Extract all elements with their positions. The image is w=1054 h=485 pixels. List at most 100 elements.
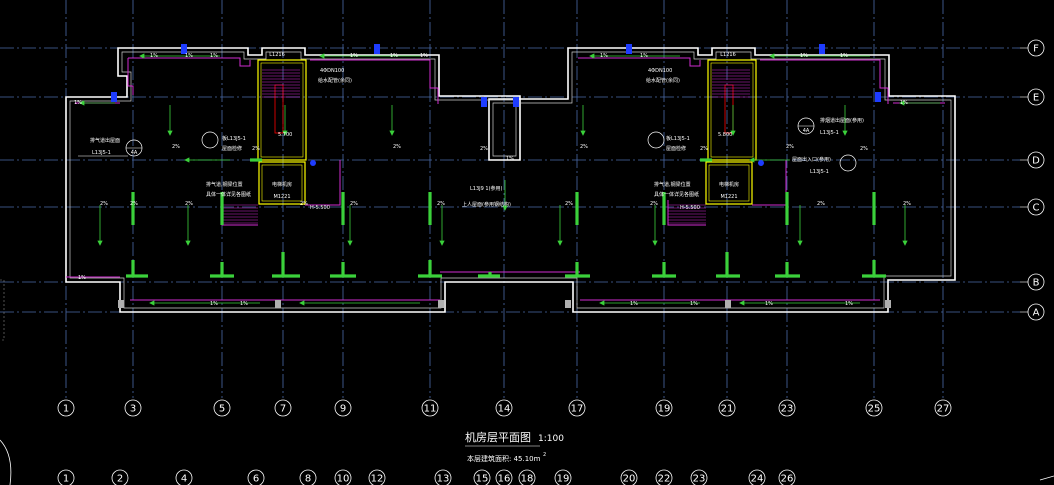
svg-text:L1216: L1216 [269, 52, 285, 58]
svg-text:1%: 1% [845, 301, 853, 307]
svg-text:具体一体详见各图纸: 具体一体详见各图纸 [206, 191, 251, 198]
svg-text:16: 16 [498, 474, 511, 485]
svg-text:25: 25 [868, 404, 881, 415]
svg-text:2%: 2% [700, 146, 708, 152]
axis-bubble-27: 27 [934, 399, 952, 417]
drawing-title: 机房层平面图 [465, 430, 531, 444]
svg-text:H-5.500: H-5.500 [310, 205, 330, 211]
axis-bubble-secondary-18: 18 [518, 469, 536, 485]
svg-text:1%: 1% [900, 100, 908, 106]
svg-text:2%: 2% [650, 201, 658, 207]
svg-text:22: 22 [658, 474, 671, 485]
svg-text:1%: 1% [150, 53, 158, 59]
svg-text:14: 14 [498, 404, 511, 415]
svg-text:4ΦDN100: 4ΦDN100 [648, 68, 672, 74]
svg-text:B: B [1033, 278, 1040, 289]
svg-text:2%: 2% [100, 201, 108, 207]
axis-bubble-secondary-13: 13 [434, 469, 452, 485]
area-note-superscript: 2 [543, 452, 546, 458]
svg-text:4ΦDN100: 4ΦDN100 [320, 68, 344, 74]
svg-text:4A: 4A [131, 150, 138, 156]
floor-plan-drawing: 1% 1% 1% 1% 1% 1% 1% 1% 1% 1% 1% 1% 1% 1% 1% 1% 1% 1% 1% 1%… [0, 0, 1054, 485]
svg-text:2%: 2% [350, 201, 358, 207]
svg-text:2%: 2% [393, 144, 401, 150]
svg-text:27: 27 [937, 404, 950, 415]
svg-text:8: 8 [305, 474, 311, 485]
svg-text:具体一体详见各图纸: 具体一体详见各图纸 [654, 191, 699, 198]
axis-bubble-23: 23 [778, 399, 796, 417]
svg-text:2%: 2% [300, 201, 308, 207]
axis-bubble-25: 25 [865, 399, 883, 417]
axis-bubble-secondary-19: 19 [554, 469, 572, 485]
svg-text:26: 26 [781, 474, 794, 485]
svg-text:19: 19 [658, 404, 671, 415]
svg-text:C: C [1033, 203, 1040, 214]
drawing-scale: 1:100 [538, 434, 564, 444]
axis-bubble-19: 19 [655, 399, 673, 417]
svg-text:1%: 1% [765, 301, 773, 307]
axis-bubble-17: 17 [568, 399, 586, 417]
svg-text:电梯机房: 电梯机房 [719, 181, 739, 188]
svg-text:屋面出入口(参用): 屋面出入口(参用) [792, 156, 831, 163]
svg-text:23: 23 [693, 474, 706, 485]
svg-text:2%: 2% [130, 201, 138, 207]
axis-bubble-secondary-23: 23 [690, 469, 708, 485]
axis-bubble-secondary-22: 22 [655, 469, 673, 485]
svg-text:L13J5-1: L13J5-1 [92, 150, 111, 156]
axis-bubble-secondary-10: 10 [334, 469, 352, 485]
svg-text:E: E [1033, 93, 1039, 104]
axis-bubble-11: 11 [421, 399, 439, 417]
svg-text:1: 1 [63, 474, 69, 485]
svg-text:2: 2 [117, 474, 123, 485]
svg-text:2%: 2% [480, 146, 488, 152]
svg-text:2%: 2% [817, 201, 825, 207]
svg-text:20: 20 [623, 474, 636, 485]
svg-text:1%: 1% [630, 301, 638, 307]
svg-text:1: 1 [63, 404, 69, 415]
svg-text:1%: 1% [506, 156, 514, 162]
svg-text:2%: 2% [903, 201, 911, 207]
svg-text:排气道,钢梁位置: 排气道,钢梁位置 [654, 181, 691, 188]
svg-text:板L13J5-1: 板L13J5-1 [666, 135, 690, 142]
svg-text:2%: 2% [252, 146, 260, 152]
svg-text:5.700: 5.700 [278, 132, 292, 138]
svg-text:17: 17 [571, 404, 584, 415]
svg-text:24: 24 [751, 474, 764, 485]
axis-bubble-secondary-6: 6 [247, 469, 265, 485]
axis-bubble-secondary-20: 20 [620, 469, 638, 485]
axis-bubble-14: 14 [495, 399, 513, 417]
axis-bubble-5: 5 [213, 399, 231, 417]
svg-text:2%: 2% [437, 201, 445, 207]
svg-text:4A: 4A [803, 128, 810, 134]
svg-text:1%: 1% [185, 53, 193, 59]
svg-text:L1216: L1216 [720, 52, 736, 58]
svg-text:板L13J5-1: 板L13J5-1 [222, 135, 246, 142]
svg-text:5: 5 [219, 404, 225, 415]
axis-bubble-7: 7 [274, 399, 292, 417]
axis-bubble-secondary-2: 2 [111, 469, 129, 485]
svg-text:F: F [1033, 44, 1039, 55]
svg-text:3: 3 [130, 404, 136, 415]
axis-bubble-secondary-24: 24 [748, 469, 766, 485]
drawing-background [0, 0, 1054, 485]
svg-text:18: 18 [521, 474, 534, 485]
axis-bubble-3: 3 [124, 399, 142, 417]
axis-bubble-1: 1 [57, 399, 75, 417]
svg-text:给水配管(余同): 给水配管(余同) [646, 77, 680, 84]
svg-text:1%: 1% [840, 53, 848, 59]
svg-text:2%: 2% [172, 144, 180, 150]
axis-bubble-secondary-16: 16 [495, 469, 513, 485]
svg-text:电梯机房: 电梯机房 [272, 181, 292, 188]
svg-text:排烟道出屋面(参用): 排烟道出屋面(参用) [820, 117, 864, 124]
svg-text:19: 19 [557, 474, 570, 485]
svg-text:12: 12 [371, 474, 384, 485]
svg-text:1%: 1% [800, 53, 808, 59]
svg-text:屋面检修: 屋面检修 [666, 145, 686, 152]
svg-text:M1221: M1221 [720, 194, 737, 200]
axis-bubble-secondary-8: 8 [299, 469, 317, 485]
svg-text:2%: 2% [860, 146, 868, 152]
svg-text:23: 23 [781, 404, 794, 415]
svg-text:屋面检修: 屋面检修 [222, 145, 242, 152]
svg-text:13: 13 [437, 474, 450, 485]
svg-text:6: 6 [253, 474, 259, 485]
